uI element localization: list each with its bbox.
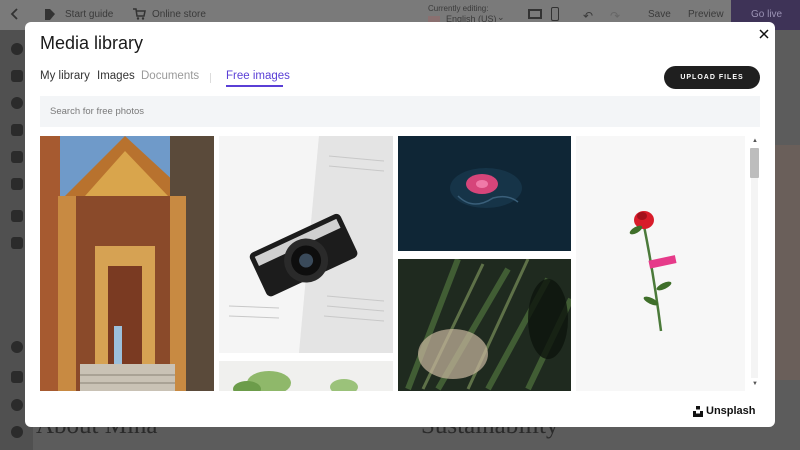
active-tab-indicator xyxy=(226,85,283,87)
photo-thai-temple[interactable] xyxy=(40,136,214,391)
tab-documents[interactable]: Documents xyxy=(141,70,199,82)
scroll-up-arrow-icon[interactable]: ▲ xyxy=(752,138,758,144)
tab-images[interactable]: Images xyxy=(97,70,135,82)
page-image-strip xyxy=(775,145,800,380)
mobile-view-icon[interactable] xyxy=(551,7,559,21)
edit-icon[interactable] xyxy=(11,124,23,136)
apps-icon[interactable] xyxy=(11,178,23,190)
tab-free-images[interactable]: Free images xyxy=(226,70,290,82)
start-guide-icon xyxy=(45,9,55,20)
preview-button[interactable]: Preview xyxy=(688,9,724,20)
photo-jellyfish[interactable] xyxy=(398,136,571,251)
save-button[interactable]: Save xyxy=(648,9,671,20)
redo-icon[interactable]: ↷ xyxy=(610,9,620,23)
online-store-link[interactable]: Online store xyxy=(152,9,206,20)
store-cart-icon[interactable] xyxy=(11,151,23,163)
scroll-down-arrow-icon[interactable]: ▼ xyxy=(752,381,758,387)
tab-divider xyxy=(210,73,211,83)
tab-my-library[interactable]: My library xyxy=(40,70,90,82)
photo-red-rose[interactable] xyxy=(576,136,745,391)
scrollbar-track[interactable] xyxy=(751,148,758,378)
free-images-grid xyxy=(40,136,745,391)
unsplash-label: Unsplash xyxy=(706,405,756,417)
undo-icon[interactable]: ↶ xyxy=(583,9,593,23)
modal-title: Media library xyxy=(40,33,144,53)
images-scrollbar[interactable]: ▲ ▼ xyxy=(749,136,760,391)
free-photos-search-input[interactable] xyxy=(40,96,760,127)
photo-camera-book[interactable] xyxy=(219,136,393,353)
cart-icon xyxy=(133,8,146,20)
search-icon[interactable] xyxy=(11,341,23,353)
currently-editing-label: Currently editing: xyxy=(428,4,489,13)
desktop-view-icon[interactable] xyxy=(528,9,542,19)
statistics-icon[interactable] xyxy=(11,210,23,222)
unsplash-logo-icon xyxy=(693,406,703,417)
photo-blurred-grass[interactable] xyxy=(398,259,571,391)
close-icon[interactable] xyxy=(758,28,770,40)
scrollbar-thumb[interactable] xyxy=(750,148,759,178)
palette-icon[interactable] xyxy=(11,97,23,109)
media-library-modal: Media library My library Images Document… xyxy=(25,22,775,427)
translate-icon[interactable] xyxy=(11,237,23,249)
settings-gear-icon[interactable] xyxy=(11,426,23,438)
upload-files-button[interactable]: UPLOAD FILES xyxy=(664,66,760,89)
add-icon[interactable] xyxy=(11,43,23,55)
layers-icon[interactable] xyxy=(11,70,23,82)
start-guide-link[interactable]: Start guide xyxy=(65,9,113,20)
photo-green-plant[interactable] xyxy=(219,361,393,391)
back-arrow-icon[interactable] xyxy=(10,8,20,20)
help-icon[interactable] xyxy=(11,399,23,411)
megaphone-icon[interactable] xyxy=(11,371,23,383)
